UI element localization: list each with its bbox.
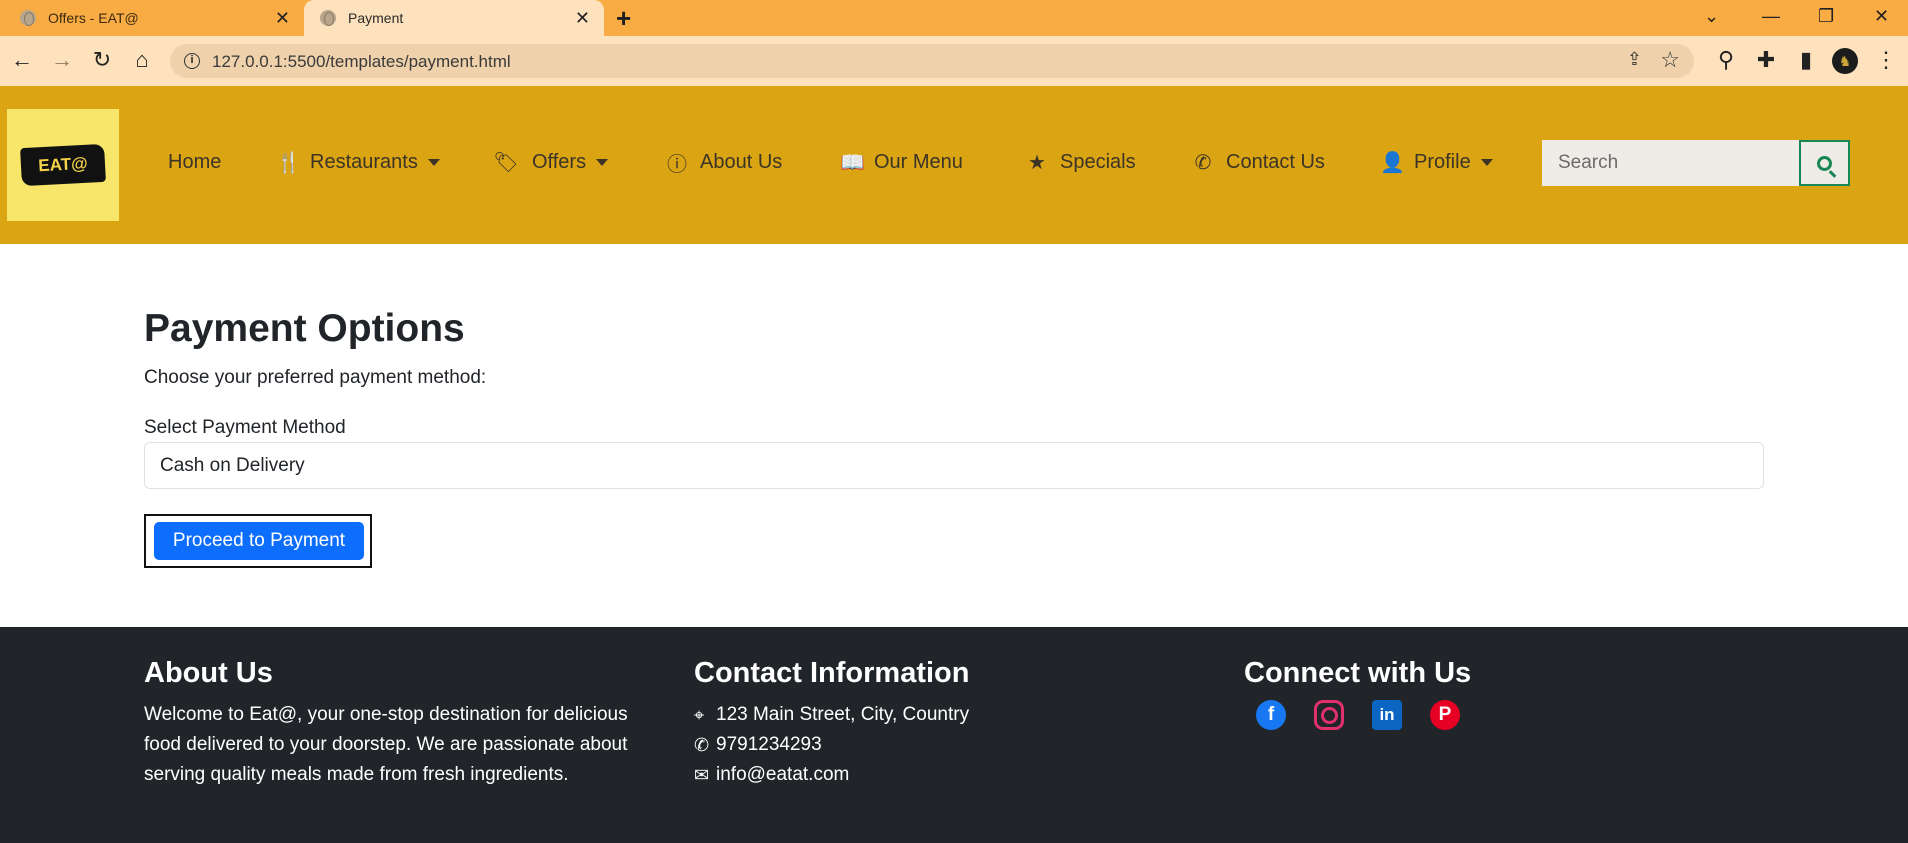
search-button[interactable] [1799, 140, 1850, 186]
info-circle-icon: ⓘ [667, 153, 687, 176]
site-info-icon[interactable]: i [184, 53, 200, 69]
bookmark-star-icon[interactable]: ☆ [1660, 47, 1680, 73]
star-icon: ★ [1028, 151, 1046, 174]
site-navbar: EAT@ Home 🍴 Restaurants 🏷 Offers ⓘ About… [0, 86, 1908, 244]
caret-down-icon [427, 158, 440, 166]
user-icon: 👤 [1380, 151, 1405, 174]
proceed-to-payment-button[interactable]: Proceed to Payment [154, 522, 364, 560]
back-button[interactable]: ← [8, 46, 36, 74]
nav-profile[interactable]: 👤 Profile [1380, 148, 1493, 176]
tab-offers[interactable]: Offers - EAT@ ✕ [0, 0, 304, 36]
browser-menu-icon[interactable]: ⋮ [1872, 46, 1900, 74]
payment-method-label: Select Payment Method [144, 417, 346, 438]
phone-icon: ✆ [1194, 151, 1212, 174]
search-input[interactable] [1542, 140, 1800, 186]
nav-label: Restaurants [310, 150, 418, 173]
phone-icon: ✆ [694, 735, 710, 755]
footer-contact: Contact Information ⌖ 123 Main Street, C… [694, 657, 1194, 790]
footer-about-text: Welcome to Eat@, your one-stop destinati… [144, 704, 628, 785]
home-button[interactable]: ⌂ [128, 46, 156, 74]
utensils-icon: 🍴 [276, 151, 301, 174]
nav-label: About Us [700, 150, 783, 173]
social-links: f in P [1256, 700, 1644, 730]
close-icon[interactable]: ✕ [275, 8, 290, 28]
search-icon [1817, 155, 1832, 171]
address-text: 123 Main Street, City, Country [716, 704, 970, 725]
restore-button[interactable]: ❐ [1818, 4, 1834, 28]
linkedin-icon[interactable]: in [1372, 700, 1402, 730]
nav-restaurants[interactable]: 🍴 Restaurants [276, 148, 440, 176]
payment-method-select[interactable]: Cash on Delivery [144, 442, 1764, 489]
page-subtitle: Choose your preferred payment method: [144, 367, 487, 388]
nav-our-menu[interactable]: 📖 Our Menu [840, 148, 963, 176]
profile-avatar[interactable]: ♞ [1832, 48, 1858, 74]
nav-specials[interactable]: ★ Specials [1026, 148, 1136, 176]
envelope-icon: ✉ [694, 765, 710, 785]
nav-label: Specials [1060, 150, 1136, 173]
footer-connect-heading: Connect with Us [1244, 657, 1472, 689]
globe-icon [320, 10, 336, 26]
new-tab-button[interactable]: + [616, 4, 631, 32]
footer-connect: Connect with Us f in P [1244, 657, 1644, 730]
nav-label: Our Menu [874, 150, 963, 173]
caret-down-icon [596, 158, 609, 166]
close-icon[interactable]: ✕ [575, 8, 590, 28]
contact-email: ✉ info@eatat.com [694, 760, 1194, 790]
nav-label: Profile [1414, 150, 1471, 173]
address-bar[interactable]: i 127.0.0.1:5500/templates/payment.html … [170, 44, 1694, 78]
footer-about-heading: About Us [144, 657, 273, 689]
extension-icon[interactable]: ⚲ [1712, 46, 1740, 74]
site-search [1542, 140, 1850, 186]
footer-about: About Us Welcome to Eat@, your one-stop … [144, 657, 664, 790]
tab-search-icon[interactable]: ⌄ [1704, 4, 1719, 28]
page-title: Payment Options [144, 307, 465, 350]
puzzle-icon[interactable]: ✚ [1752, 46, 1780, 74]
facebook-icon[interactable]: f [1256, 700, 1286, 730]
book-open-icon: 📖 [840, 151, 865, 174]
nav-label: Home [168, 150, 222, 173]
reload-button[interactable]: ↻ [88, 46, 116, 74]
nav-label: Contact Us [1226, 150, 1325, 173]
pinterest-icon[interactable]: P [1430, 700, 1460, 730]
nav-home[interactable]: Home [168, 148, 221, 176]
nav-label: Offers [532, 150, 587, 173]
sidebar-icon[interactable]: ▮ [1792, 46, 1820, 74]
window-close-button[interactable]: ✕ [1874, 4, 1889, 28]
instagram-icon[interactable] [1314, 700, 1344, 730]
nav-offers[interactable]: 🏷 Offers [492, 148, 609, 176]
tags-icon: 🏷 [493, 151, 519, 174]
browser-toolbar: ← → ↻ ⌂ i 127.0.0.1:5500/templates/payme… [0, 36, 1908, 86]
url-text[interactable]: 127.0.0.1:5500/templates/payment.html [212, 52, 511, 72]
caret-down-icon [1480, 158, 1493, 166]
forward-button[interactable]: → [48, 46, 76, 74]
logo-wordmark: EAT@ [20, 143, 106, 187]
site-footer: About Us Welcome to Eat@, your one-stop … [0, 627, 1908, 843]
button-focus-outline: Proceed to Payment [144, 514, 372, 568]
browser-tabstrip: Offers - EAT@ ✕ Payment ✕ + ⌄ — ❐ ✕ [0, 0, 1908, 36]
site-logo[interactable]: EAT@ [7, 109, 119, 221]
map-marker-icon: ⌖ [694, 705, 705, 725]
tab-title: Payment [348, 10, 404, 26]
contact-address: ⌖ 123 Main Street, City, Country [694, 700, 1194, 730]
nav-contact-us[interactable]: ✆ Contact Us [1192, 148, 1325, 176]
minimize-button[interactable]: — [1762, 4, 1780, 28]
tab-title: Offers - EAT@ [48, 10, 139, 26]
tab-payment[interactable]: Payment ✕ [304, 0, 604, 36]
email-link[interactable]: info@eatat.com [716, 760, 849, 790]
globe-icon [20, 10, 36, 26]
nav-about-us[interactable]: ⓘ About Us [666, 148, 782, 176]
phone-text: 9791234293 [716, 734, 822, 755]
footer-contact-heading: Contact Information [694, 657, 970, 689]
share-icon[interactable]: ⇪ [1627, 49, 1642, 70]
contact-phone: ✆ 9791234293 [694, 730, 1194, 760]
